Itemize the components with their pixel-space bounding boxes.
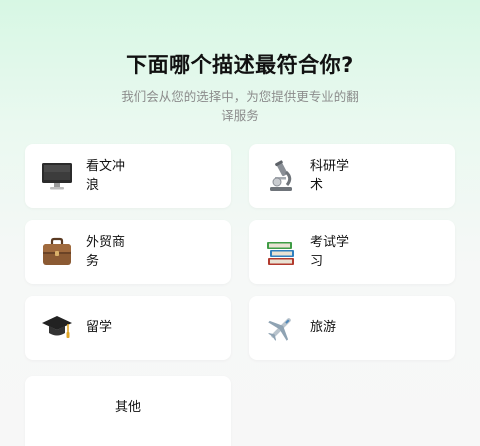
option-card-study-abroad[interactable]: 留学 — [25, 296, 231, 360]
monitor-icon — [41, 160, 73, 192]
option-card-exam[interactable]: 考试学习 — [249, 220, 455, 284]
option-label: 留学 — [86, 320, 113, 335]
option-label: 考试学习 — [310, 235, 350, 269]
option-card-travel[interactable]: 旅游 — [249, 296, 455, 360]
option-label: 看文冲浪 — [86, 159, 126, 193]
option-card-browsing[interactable]: 看文冲浪 — [25, 144, 231, 208]
page-title: 下面哪个描述最符合你? — [126, 53, 354, 77]
option-card-other[interactable]: 其他 — [25, 376, 231, 446]
option-card-research[interactable]: 科研学术 — [249, 144, 455, 208]
option-label: 外贸商务 — [86, 235, 126, 269]
microscope-icon — [265, 160, 297, 192]
airplane-icon — [265, 312, 297, 344]
option-label: 其他 — [114, 400, 141, 415]
page-subtitle: 我们会从您的选择中，为您提供更专业的翻译服务 — [121, 89, 359, 123]
option-label: 旅游 — [310, 320, 337, 335]
option-label: 科研学术 — [310, 159, 350, 193]
option-card-business[interactable]: 外贸商务 — [25, 220, 231, 284]
books-icon — [265, 236, 297, 268]
graduation-cap-icon — [41, 312, 73, 344]
briefcase-icon — [41, 236, 73, 268]
